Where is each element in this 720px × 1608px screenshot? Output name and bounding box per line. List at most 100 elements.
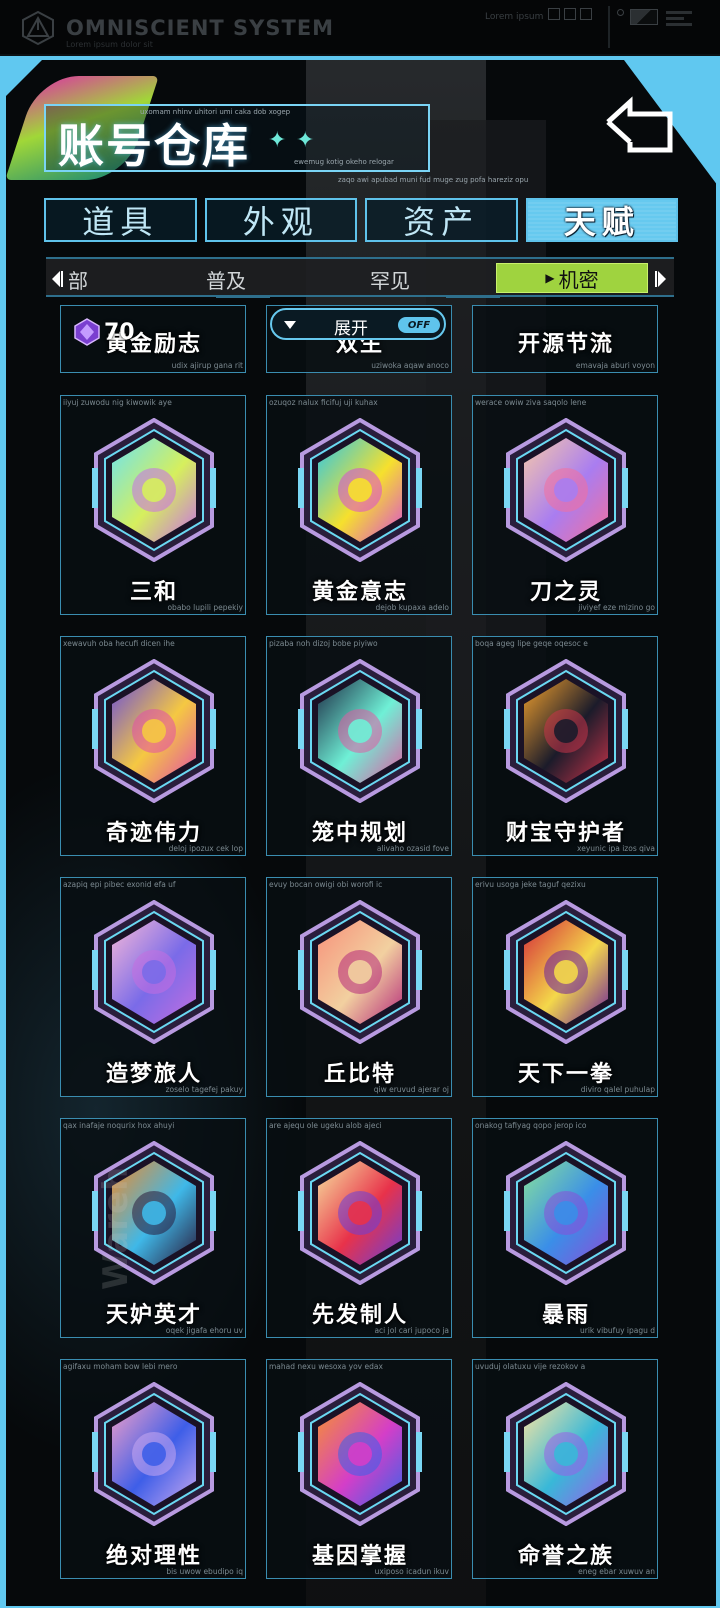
talent-name: 暴雨: [541, 1303, 590, 1328]
talent-badge-icon: [298, 1141, 422, 1285]
talent-card[interactable]: qax inafaje noqurix hox ahuyi 天妒英才 oqek ji…: [60, 1118, 246, 1338]
talent-name: 天下一拳: [517, 1062, 614, 1087]
card-tag: oqek jigafa ehoru uv: [165, 1326, 243, 1335]
talent-card[interactable]: erivu usoga jeke taguf qezixu 天下一拳 diviro …: [472, 877, 658, 1097]
talent-badge-icon: [92, 1382, 216, 1526]
talent-card[interactable]: evuy bocan owigi obi worofi ic 丘比特 qiw eru…: [266, 877, 452, 1097]
card-tag: pizaba noh dizoj bobe piyiwo: [269, 639, 378, 648]
talent-name: 财宝守护者: [505, 821, 626, 846]
tab-talents[interactable]: 天赋: [525, 198, 678, 242]
tab-label: 道具: [82, 203, 159, 241]
talent-name: 刀之灵: [529, 580, 602, 605]
card-tag: zoselo tagefej pakuy: [165, 1085, 243, 1094]
talent-badge-icon: [504, 900, 628, 1044]
tab-assets[interactable]: 资产: [365, 198, 518, 242]
talent-card[interactable]: are ajequ ole ugeku alob ajeci 先发制人 aci jo…: [266, 1118, 452, 1338]
talent-card[interactable]: mahad nexu wesoxa yov edax 基因掌握 uxiposo ic…: [266, 1359, 452, 1579]
card-tag: uziwoka aqaw anoco: [371, 361, 449, 370]
tab-label: 外观: [242, 203, 319, 241]
talent-name: 奇迹伟力: [105, 821, 202, 846]
card-tag: xeyunic ipa izos qiva: [577, 844, 655, 853]
card-tag: erivu usoga jeke taguf qezixu: [475, 880, 586, 889]
talent-badge-icon: [504, 1141, 628, 1285]
subtab-label: 机密: [558, 267, 599, 292]
talent-name: 命誉之族: [517, 1544, 614, 1569]
left-arrow-icon[interactable]: [50, 270, 64, 288]
subtab-all[interactable]: 部: [68, 265, 88, 294]
card-tag: onakog tafiyag qopo jerop ico: [475, 1121, 587, 1130]
card-tag: eneg ebar xuwuv an: [578, 1567, 655, 1576]
subtab-common[interactable]: 普及: [206, 265, 246, 294]
toggle-switch[interactable]: OFF: [398, 317, 440, 333]
talent-grid: 黄金励志 udix ajirup gana rit 双生 uziwoka aqaw a…: [0, 305, 720, 1585]
expand-wing: [446, 296, 500, 326]
subtab-rare[interactable]: 罕见: [370, 265, 410, 294]
system-lorem: Lorem ipsum: [485, 12, 544, 22]
talent-card[interactable]: iiyuj zuwodu nig kiwowik aye 三和 obabo lupi…: [60, 395, 246, 615]
card-tag: xewavuh oba hecufi dicen ihe: [63, 639, 175, 648]
card-tag: iiyuj zuwodu nig kiwowik aye: [63, 398, 172, 407]
system-bar: OMNISCIENT SYSTEM Lorem ipsum dolor sit …: [0, 0, 720, 56]
talent-card[interactable]: pizaba noh dizoj bobe piyiwo 笼中规划 alivaho …: [266, 636, 452, 856]
tab-label: 天赋: [563, 203, 640, 241]
caret-down-icon: [284, 321, 296, 329]
card-tag: diviro qalel puhulap: [580, 1085, 655, 1094]
square-icon[interactable]: [580, 8, 592, 20]
toggle-state: OFF: [407, 319, 431, 331]
talent-name: 绝对理性: [105, 1544, 202, 1569]
card-tag: obabo lupili pepekiy: [167, 603, 243, 612]
card-tag: alivaho ozasid fove: [376, 844, 449, 853]
divider: [608, 6, 610, 48]
card-tag: qax inafaje noqurix hox ahuyi: [63, 1121, 175, 1130]
system-window-controls: [548, 8, 592, 20]
expand-wing: [216, 296, 270, 326]
talent-card[interactable]: xewavuh oba hecufi dicen ihe 奇迹伟力 deloj ip…: [60, 636, 246, 856]
expand-toggle[interactable]: 展开 OFF: [270, 308, 446, 340]
card-tag: jiviyef eze mizino go: [578, 603, 655, 612]
talent-badge-icon: [504, 418, 628, 562]
menu-lines-icon[interactable]: [666, 11, 692, 29]
talent-badge-icon: [504, 1382, 628, 1526]
tab-appearance[interactable]: 外观: [204, 198, 357, 242]
talent-badge-icon: [92, 659, 216, 803]
talent-card[interactable]: onakog tafiyag qopo jerop ico 暴雨 urik vibu…: [472, 1118, 658, 1338]
card-tag: uxiposo icadun ikuv: [374, 1567, 449, 1576]
card-tag: emavaja aburi voyon: [575, 361, 655, 370]
talent-card[interactable]: azapiq epi pibec exonid efa uf 造梦旅人 zoselo…: [60, 877, 246, 1097]
system-subtitle: Lorem ipsum dolor sit: [66, 40, 153, 49]
talent-name: 开源节流: [517, 332, 614, 357]
right-arrow-icon[interactable]: [654, 270, 668, 288]
caret-right-icon: ▶: [545, 271, 555, 285]
tab-items[interactable]: 道具: [44, 198, 197, 242]
page-title: 账号仓库: [58, 119, 250, 173]
dot-icon: [617, 9, 624, 16]
back-arrow-icon[interactable]: [604, 92, 690, 162]
talent-badge-icon: [92, 418, 216, 562]
rarity-tabs: 部 普及 罕见 ▶ 机密: [46, 257, 674, 297]
talent-card[interactable]: boqa ageg lipe geqe oqesoc e 财宝守护者 xeyunic…: [472, 636, 658, 856]
talent-card[interactable]: agifaxu moham bow lebi mero 绝对理性 bis uwow …: [60, 1359, 246, 1579]
square-icon[interactable]: [548, 8, 560, 20]
talent-counter: 70: [74, 318, 135, 346]
slash-icon: [630, 9, 658, 25]
crystal-icon: [74, 318, 100, 346]
talent-badge-icon: [298, 900, 422, 1044]
talent-name: 丘比特: [323, 1062, 396, 1087]
talent-badge-icon: [298, 418, 422, 562]
card-tag: are ajequ ole ugeku alob ajeci: [269, 1121, 382, 1130]
card-tag: evuy bocan owigi obi worofi ic: [269, 880, 383, 889]
talent-name: 天妒英才: [105, 1303, 202, 1328]
system-logo-icon: [22, 10, 54, 46]
checkbox-icon[interactable]: [564, 8, 576, 20]
card-tag: mahad nexu wesoxa yov edax: [269, 1362, 383, 1371]
sparkle-icon: ✦: [296, 128, 315, 153]
talent-card[interactable]: werace owiw ziva saqolo lene 刀之灵 jiviyef e…: [472, 395, 658, 615]
talent-badge-icon: [504, 659, 628, 803]
talent-card[interactable]: uvuduj olatuxu vije rezokov a 命誉之族 eneg eb…: [472, 1359, 658, 1579]
sparkle-icon: ✦: [268, 128, 287, 153]
subtab-secret[interactable]: ▶ 机密: [496, 263, 648, 293]
title-tag: ewemug kotig okeho relogar: [294, 158, 394, 166]
talent-card[interactable]: ozuqoz nalux ficifuj uji kuhax 黄金意志 dejob …: [266, 395, 452, 615]
card-tag: aci jol cari jupoco ja: [374, 1326, 449, 1335]
expand-label: 展开: [334, 319, 368, 339]
